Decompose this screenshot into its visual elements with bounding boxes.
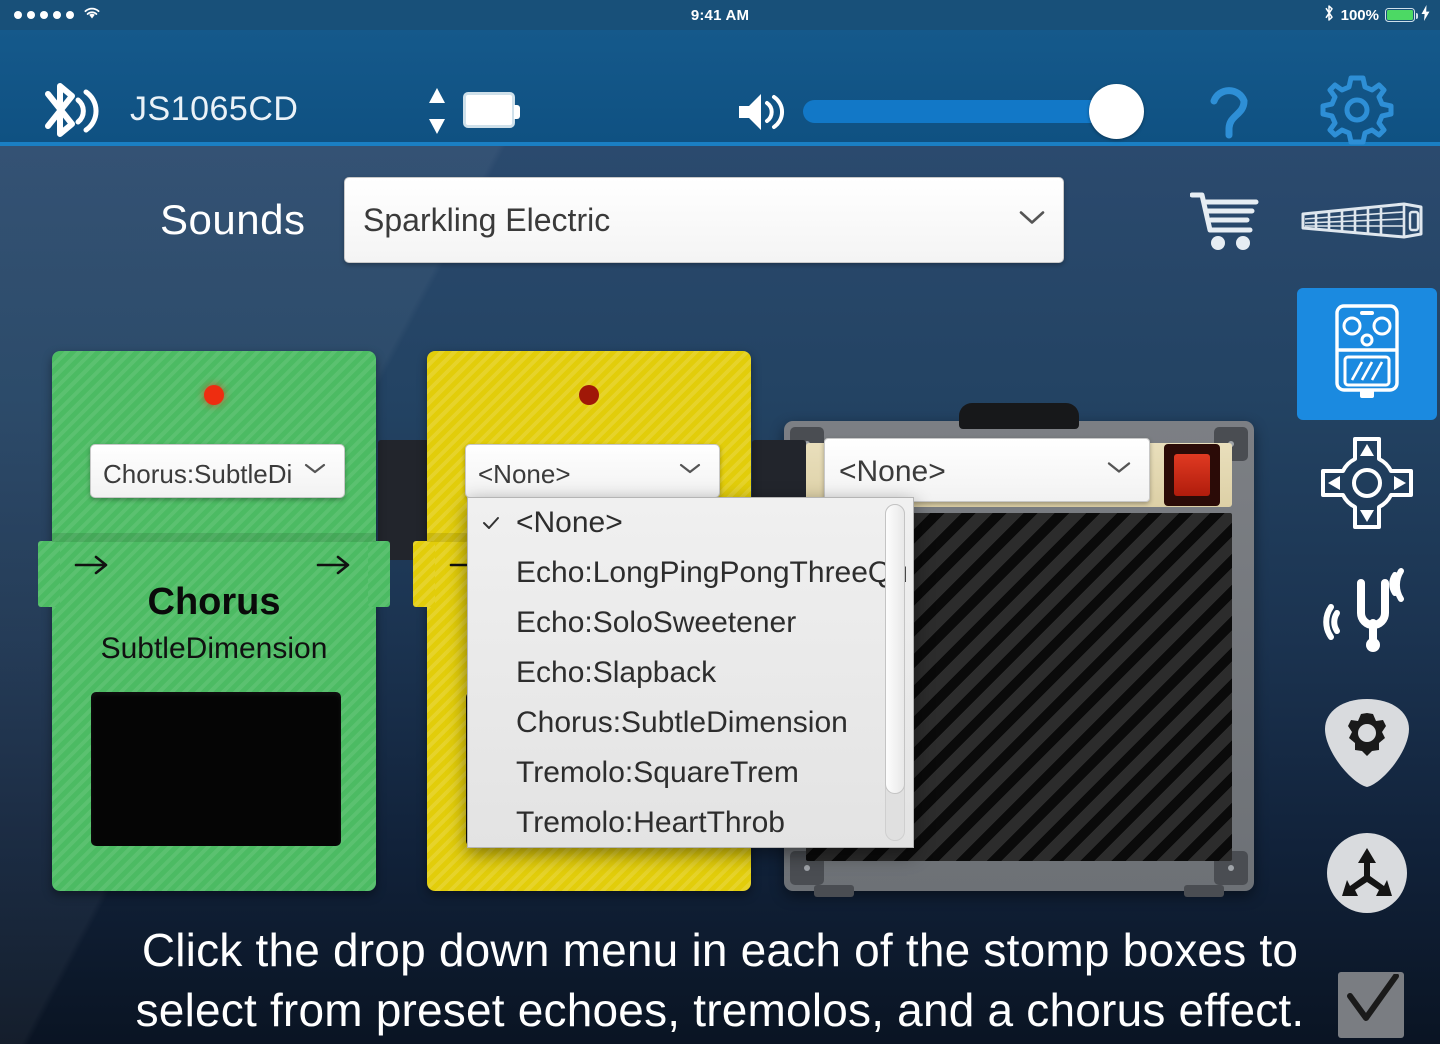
bluetooth-signal-icon[interactable] [38,78,102,149]
effect-dropdown-menu[interactable]: <None> Echo:LongPingPongThreeQu Echo:Sol… [467,497,914,848]
green-pedal-title: Chorus [147,581,281,623]
rail-item-pick-settings[interactable] [1297,680,1437,810]
rail-item-stomp-pedal[interactable] [1297,288,1437,420]
pedal-led [579,385,599,405]
stomp-pedal-green[interactable]: Chorus:SubtleDi Chorus SubtleDimension [38,351,390,891]
checkbox-checked-icon[interactable] [1338,972,1404,1038]
green-pedal-effect-select[interactable]: Chorus:SubtleDi [90,444,345,498]
menu-item[interactable]: Tremolo:HeartThrob [468,798,913,847]
dpad-icon [1317,433,1417,538]
check-mark-icon [482,498,500,548]
right-rail [1297,288,1437,940]
device-name: JS1065CD [130,90,299,128]
arrow-right-icon [316,554,354,581]
chevron-down-icon [1107,461,1131,480]
menu-item-label: Tremolo:SquareTrem [516,756,799,789]
tuning-fork-icon [1319,565,1415,666]
status-bar-center: 9:41 AM [0,0,1440,30]
three-way-arrows-icon [1324,830,1410,921]
green-pedal-footswitch[interactable] [91,692,341,846]
rail-item-dpad[interactable] [1297,420,1437,550]
menu-item-label: Echo:LongPingPongThreeQu [516,556,908,589]
chevron-down-icon [304,462,326,480]
status-bar-right: 100% [1323,0,1430,30]
guitar-pick-gear-icon [1321,695,1413,796]
sounds-select-value: Sparkling Electric [363,202,611,238]
speaker-volume-icon[interactable] [735,88,787,141]
amp-foot [814,885,854,897]
green-pedal-subtitle: SubtleDimension [100,632,328,665]
menu-item[interactable]: Tremolo:SquareTrem [468,748,913,798]
rail-item-tuner[interactable] [1297,550,1437,680]
menu-item[interactable]: <None> [468,498,913,548]
app-screen: 9:41 AM 100% JS1065CD Sounds Sparkling E… [0,0,1440,1044]
up-down-arrows-icon [425,86,449,141]
menu-item[interactable]: Echo:Slapback [468,648,913,698]
amp-effect-select-value: <None> [839,455,946,488]
menu-item-label: <None> [516,506,623,539]
caption-line-1: Click the drop down menu in each of the … [141,924,1299,976]
chevron-down-icon [679,462,701,480]
menu-item-label: Tremolo:HeartThrob [516,806,785,839]
ios-status-bar: 9:41 AM 100% [0,0,1440,30]
battery-icon [463,92,520,128]
battery-percent: 100% [1340,6,1379,24]
lightning-bolt-icon [1421,4,1430,26]
shopping-cart-icon[interactable] [1189,190,1262,257]
pedal-seam [52,533,376,542]
stomp-pedal-icon [1324,300,1410,409]
chevron-down-icon [1019,210,1045,231]
menu-item[interactable]: Chorus:SubtleDimension [468,698,913,748]
gear-icon[interactable] [1317,70,1397,155]
menu-item-label: Echo:Slapback [516,656,717,689]
menu-item-label: Echo:SoloSweetener [516,606,797,639]
arrow-right-icon [74,554,112,581]
red-jewel-light[interactable] [1164,444,1220,506]
menu-item-label: Chorus:SubtleDimension [516,706,848,739]
menu-item[interactable]: Echo:LongPingPongThreeQu [468,548,913,598]
green-pedal-select-value: Chorus:SubtleDi [103,459,293,489]
instruction-caption: Click the drop down menu in each of the … [0,920,1440,1044]
pedal-lug [413,541,435,607]
amp-effect-select[interactable]: <None> [824,438,1150,502]
yellow-pedal-effect-select[interactable]: <None> [465,444,720,498]
caption-line-2: select from preset echoes, tremolos, and… [135,984,1305,1036]
menu-scrollbar-thumb[interactable] [885,504,905,794]
app-toolbar: JS1065CD [0,30,1440,156]
battery-icon [1385,8,1418,22]
status-bar-time: 9:41 AM [690,6,750,24]
bluetooth-icon [1323,4,1335,27]
sounds-select[interactable]: Sparkling Electric [344,177,1064,263]
amp-handle[interactable] [959,403,1079,429]
fretboard-icon[interactable] [1300,198,1424,249]
yellow-pedal-select-value: <None> [478,459,571,489]
amp-foot [1184,885,1224,897]
pedal-led [204,385,224,405]
volume-slider-thumb[interactable] [1089,84,1144,139]
sounds-label: Sounds [160,196,306,243]
menu-item[interactable]: Echo:SoloSweetener [468,598,913,648]
